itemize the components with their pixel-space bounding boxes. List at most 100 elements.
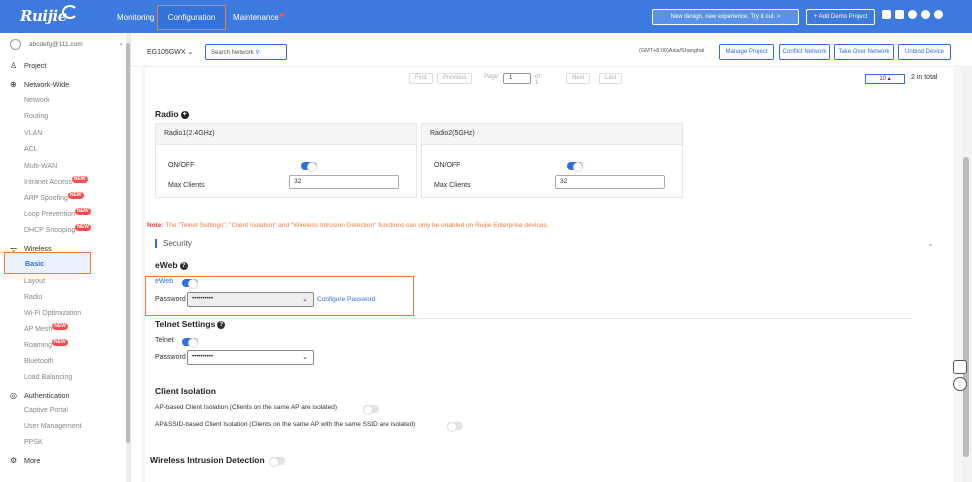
- take-over-network-button[interactable]: Take Over Network: [834, 44, 894, 60]
- message-icon[interactable]: [882, 10, 891, 19]
- chevron-down-icon: ⌄: [118, 40, 124, 47]
- enterprise-note: Note: The "Telnet Settings", "Client Iso…: [147, 222, 549, 229]
- help-icon[interactable]: [908, 10, 917, 19]
- sidebar-item-basic[interactable]: Basic: [4, 252, 91, 274]
- content-scrollbar[interactable]: [961, 67, 972, 482]
- sidebar-item-acl[interactable]: ACL: [24, 146, 38, 153]
- sidebar: abcdefg@111.com ⌄ ♙ Project ⊕ Network-Wide…: [0, 33, 131, 482]
- sidebar-item-loop-prevention[interactable]: Loop Prevention NEW: [24, 208, 91, 218]
- sidebar-item-network[interactable]: Network: [24, 97, 50, 104]
- sidebar-item-roaming[interactable]: Roaming NEW: [24, 339, 68, 349]
- pager-previous[interactable]: Previous: [437, 73, 473, 84]
- sidebar-item-routing[interactable]: Routing: [24, 113, 48, 120]
- sidebar-item-dhcp-snooping[interactable]: DHCP Snooping NEW: [24, 224, 91, 234]
- new-badge: NEW: [75, 224, 91, 231]
- eweb-heading: eWeb?: [155, 260, 188, 270]
- sidebar-item-arp-spoofing[interactable]: ARP Spoofing NEW: [24, 192, 84, 202]
- onoff-label: ON/OFF: [168, 162, 195, 169]
- help-icon[interactable]: ?: [179, 261, 188, 270]
- telnet-toggle[interactable]: [182, 338, 198, 348]
- radio-5ghz-toggle[interactable]: [567, 162, 583, 172]
- unbind-device-button[interactable]: Unbind Device: [898, 44, 951, 60]
- eweb-password-select[interactable]: •••••••••• ⌄: [187, 292, 314, 307]
- wids-toggle[interactable]: [269, 457, 285, 467]
- main-content: First Previous Page 1 of 1 Next Last 10 …: [141, 67, 961, 482]
- pager-page-input[interactable]: 1: [503, 73, 531, 84]
- help-icon[interactable]: ?: [217, 320, 226, 329]
- sidebar-item-layout[interactable]: Layout: [24, 278, 45, 285]
- sidebar-item-bluetooth[interactable]: Bluetooth: [24, 358, 54, 365]
- radio-band-name: Radio1(2.4GHz): [156, 124, 416, 145]
- sidebar-item-load-balancing[interactable]: Load Balancing: [24, 374, 72, 381]
- chevron-down-icon[interactable]: ⌄: [927, 239, 934, 248]
- nav-maintenance[interactable]: Maintenance: [233, 13, 284, 22]
- new-badge: NEW: [71, 176, 88, 183]
- radio-24ghz-toggle[interactable]: [301, 162, 317, 172]
- sidebar-group-authentication[interactable]: ◎ Authentication: [10, 391, 70, 400]
- nav-configuration[interactable]: Configuration: [157, 5, 226, 30]
- sidebar-item-ppsk[interactable]: PPSK: [24, 439, 43, 446]
- wids-heading: Wireless Intrusion Detection: [150, 455, 265, 465]
- avatar-icon: [10, 39, 21, 50]
- timezone-label: (GMT+8:00)Asia/Shanghai: [639, 48, 705, 54]
- add-demo-project-button[interactable]: + Add Demo Project: [806, 9, 875, 25]
- sidebar-item-vlan[interactable]: VLAN: [24, 130, 42, 137]
- add-icon[interactable]: +: [180, 110, 189, 119]
- configure-password-link[interactable]: Configure Password: [317, 296, 376, 303]
- page-size-select[interactable]: 10 ▴: [865, 74, 905, 84]
- radio-band-name: Radio2(5GHz): [422, 124, 682, 145]
- feedback-icon[interactable]: [953, 360, 967, 374]
- top-navbar: Ruijie Monitoring Configuration Maintena…: [0, 0, 972, 33]
- pager-of: of 1: [535, 74, 541, 86]
- onoff-label: ON/OFF: [434, 162, 461, 169]
- search-network-input[interactable]: Search Network ⚲: [205, 44, 287, 60]
- nav-monitoring[interactable]: Monitoring: [117, 13, 154, 22]
- ssid-isolation-toggle[interactable]: [447, 422, 463, 432]
- account-selector[interactable]: abcdefg@111.com ⌄: [10, 39, 128, 51]
- top-icons: [882, 10, 962, 24]
- pager-last[interactable]: Last: [599, 73, 623, 84]
- sidebar-item-captive-portal[interactable]: Captive Portal: [24, 407, 68, 414]
- sidebar-item-user-management[interactable]: User Management: [24, 423, 82, 430]
- eweb-password-label: Password: [155, 296, 186, 303]
- pager-first[interactable]: First: [409, 73, 433, 84]
- user-icon[interactable]: [934, 10, 943, 19]
- max-clients-input[interactable]: 32: [289, 175, 399, 189]
- telnet-heading: Telnet Settings?: [155, 319, 226, 329]
- sidebar-scrollbar[interactable]: [126, 33, 130, 482]
- max-clients-input[interactable]: 32: [555, 175, 665, 189]
- sidebar-group-network-wide[interactable]: ⊕ Network-Wide: [10, 80, 69, 89]
- telnet-password-select[interactable]: •••••••••• ⌄: [187, 350, 314, 365]
- security-section-header[interactable]: Security: [155, 239, 192, 248]
- network-toolbar: EG105GWX ⌄ Search Network ⚲ (GMT+8:00)As…: [131, 33, 972, 67]
- ruijie-logo[interactable]: Ruijie: [20, 5, 78, 25]
- language-icon[interactable]: [921, 10, 930, 19]
- sidebar-item-wifi-optimization[interactable]: Wi-Fi Optimization: [24, 310, 81, 317]
- sidebar-group-more[interactable]: ⚙ More: [10, 456, 40, 465]
- support-headset-icon[interactable]: [953, 377, 967, 391]
- pager-next[interactable]: Next: [566, 73, 591, 84]
- device-selector[interactable]: EG105GWX ⌄: [147, 48, 193, 56]
- total-count: 2 in total: [911, 74, 938, 81]
- sidebar-item-ap-mesh[interactable]: AP Mesh NEW: [24, 323, 68, 333]
- settings-icon[interactable]: [895, 10, 904, 19]
- conflict-network-button[interactable]: Conflict Network: [779, 44, 830, 60]
- new-badge: NEW: [52, 323, 68, 330]
- max-clients-label: Max Clients: [434, 182, 471, 189]
- ap-isolation-label: AP-based Client Isolation (Clients on th…: [155, 404, 337, 411]
- search-icon: ⚲: [255, 50, 260, 56]
- notification-dot: [279, 13, 284, 17]
- new-design-button[interactable]: New design, new experience. Try it out. …: [652, 9, 799, 25]
- sidebar-item-project[interactable]: ♙ Project: [10, 61, 46, 70]
- sidebar-item-intranet-access[interactable]: Intranet Access NEW: [24, 176, 88, 186]
- new-badge: NEW: [67, 192, 84, 199]
- telnet-password-label: Password: [155, 354, 186, 361]
- globe-icon: ⊕: [10, 80, 17, 89]
- new-badge: NEW: [74, 208, 91, 215]
- ssid-isolation-label: AP&SSID-based Client Isolation (Clients …: [155, 421, 416, 428]
- divider: [153, 318, 913, 319]
- sidebar-item-multi-wan[interactable]: Multi-WAN: [24, 163, 57, 170]
- manage-project-button[interactable]: Manage Project: [719, 44, 774, 60]
- ap-isolation-toggle[interactable]: [363, 405, 379, 415]
- sidebar-item-radio[interactable]: Radio: [24, 294, 42, 301]
